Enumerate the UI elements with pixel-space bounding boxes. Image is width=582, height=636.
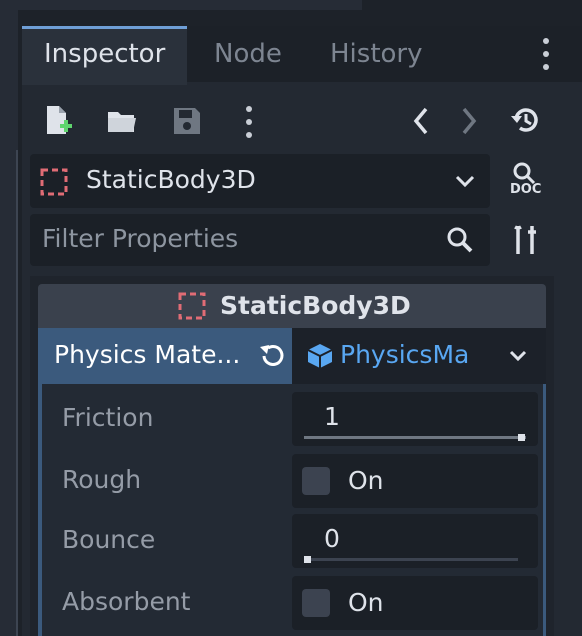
chevron-down-icon[interactable] (508, 348, 528, 364)
doc-help-icon[interactable]: DOC (506, 160, 546, 200)
resource-cube-icon (306, 342, 334, 370)
filter-placeholder: Filter Properties (42, 224, 239, 253)
absorbent-checkbox-text: On (348, 588, 384, 617)
staticbody3d-icon (178, 292, 206, 320)
section-title: StaticBody3D (220, 291, 411, 320)
staticbody3d-icon (40, 168, 68, 196)
chevron-down-icon[interactable] (454, 172, 476, 190)
revert-icon[interactable] (258, 342, 286, 370)
friction-value: 1 (324, 402, 340, 431)
rough-checkbox-text: On (348, 466, 384, 495)
object-name: StaticBody3D (86, 165, 256, 194)
absorbent-label: Absorbent (62, 587, 191, 616)
absorbent-checkbox[interactable]: On (292, 576, 538, 630)
forward-icon[interactable] (456, 106, 480, 136)
physics-material-label-cell[interactable]: Physics Mate... (38, 328, 292, 384)
new-resource-icon[interactable] (44, 104, 74, 138)
tab-node[interactable]: Node (192, 26, 304, 82)
rough-label: Rough (62, 465, 142, 494)
object-selector[interactable]: StaticBody3D (30, 154, 490, 208)
top-strip (0, 0, 362, 10)
bounce-slider-grabber[interactable] (304, 556, 311, 563)
search-icon (446, 226, 474, 254)
tab-history[interactable]: History (308, 26, 445, 82)
friction-slider-track[interactable] (304, 436, 526, 439)
doc-label: DOC (510, 182, 542, 197)
dock-menu-icon[interactable] (538, 38, 554, 72)
friction-slider-grabber[interactable] (518, 434, 525, 441)
rough-checkbox-box[interactable] (302, 467, 330, 495)
history-icon[interactable] (510, 104, 542, 136)
bounce-slider-track[interactable] (304, 558, 518, 561)
tools-icon[interactable] (510, 224, 542, 256)
bounce-spinslider[interactable]: 0 (292, 514, 538, 568)
bounce-label: Bounce (62, 525, 156, 554)
section-header: StaticBody3D (38, 284, 546, 328)
bounce-value: 0 (324, 524, 340, 553)
dock-tab-bar: Inspector Node History (22, 26, 582, 85)
left-dock-edge (0, 0, 18, 636)
friction-label: Friction (62, 403, 154, 432)
physics-material-label: Physics Mate... (54, 340, 241, 369)
physics-material-resource[interactable]: PhysicsMa (292, 328, 546, 384)
tab-inspector[interactable]: Inspector (22, 26, 188, 85)
friction-spinslider[interactable]: 1 (292, 392, 538, 446)
open-folder-icon[interactable] (106, 106, 138, 136)
back-icon[interactable] (410, 106, 434, 136)
physics-material-name: PhysicsMa (340, 340, 470, 369)
filter-properties-input[interactable]: Filter Properties (30, 214, 490, 266)
save-icon[interactable] (172, 106, 202, 136)
absorbent-checkbox-box[interactable] (302, 589, 330, 617)
rough-checkbox[interactable]: On (292, 454, 538, 508)
more-icon[interactable] (242, 104, 256, 138)
